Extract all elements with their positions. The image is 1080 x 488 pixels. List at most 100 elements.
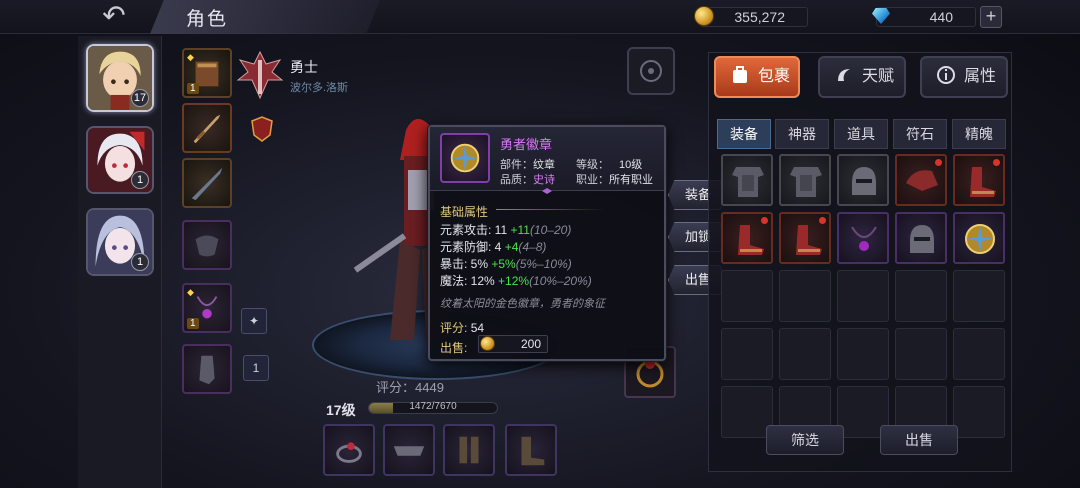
- hero-card-2[interactable]: 1: [86, 126, 154, 194]
- part-value: 纹章: [533, 159, 555, 171]
- inventory-item[interactable]: [721, 154, 773, 206]
- inventory-empty-slot[interactable]: [779, 328, 831, 380]
- part-row: 部件：纹章: [500, 156, 555, 172]
- inventory-empty-slot[interactable]: [837, 270, 889, 322]
- score-label: 评分:: [440, 321, 468, 335]
- stat-row: 魔法: 12% +12%(10%–20%): [440, 272, 592, 289]
- stat-bonus: +12%: [498, 274, 530, 288]
- inventory-empty-slot[interactable]: [953, 270, 1005, 322]
- equip-slot-gauntlet[interactable]: [182, 344, 232, 394]
- job-label: 职业：: [576, 174, 609, 186]
- back-button[interactable]: ↶: [92, 2, 136, 30]
- talent-icon: [838, 68, 850, 81]
- hero-list: 17 1 1: [78, 36, 162, 488]
- inventory-item[interactable]: [953, 212, 1005, 264]
- armor-icon: [732, 167, 764, 197]
- tab-label: 属性: [964, 68, 997, 85]
- inventory-empty-slot[interactable]: [895, 270, 947, 322]
- inventory-empty-slot[interactable]: [779, 270, 831, 322]
- tooltip-header: 勇者徽章 部件：纹章 等级： 10级 品质：史诗 职业：所有职业: [430, 127, 664, 191]
- boots-icon: [970, 167, 996, 197]
- quality-label: 品质：: [500, 174, 533, 186]
- hero-level-badge: 1: [131, 171, 149, 189]
- equip-slot-weapon[interactable]: [182, 103, 232, 153]
- equip-slot-boots[interactable]: [505, 424, 557, 476]
- character-level: 17级: [326, 402, 356, 418]
- new-indicator-icon: [993, 159, 1000, 166]
- new-indicator-icon: [819, 217, 826, 224]
- wing-icon: ✦: [248, 314, 260, 328]
- hero-card-1[interactable]: 17: [86, 44, 154, 112]
- inventory-item[interactable]: [837, 212, 889, 264]
- inventory-empty-slot[interactable]: [953, 328, 1005, 380]
- quality-value: 史诗: [533, 174, 555, 186]
- item-name: 勇者徽章: [500, 137, 553, 152]
- hero-level-badge: 17: [131, 89, 149, 107]
- sun-emblem-icon: [450, 143, 480, 173]
- inventory-empty-slot[interactable]: [953, 386, 1005, 438]
- equip-slot-book[interactable]: ◆ 1: [182, 48, 232, 98]
- subtab-items[interactable]: 道具: [834, 119, 888, 149]
- quality-row: 品质：史诗: [500, 171, 555, 187]
- subtab-souls[interactable]: 精魄: [952, 119, 1006, 149]
- hero-card-3[interactable]: 1: [86, 208, 154, 276]
- inventory-empty-slot[interactable]: [721, 328, 773, 380]
- inventory-item[interactable]: [953, 154, 1005, 206]
- equip-slot-belt[interactable]: [383, 424, 435, 476]
- stat-range: (10–20): [529, 223, 572, 237]
- subtab-equipment[interactable]: 装备: [717, 119, 771, 149]
- info-icon: [937, 65, 955, 84]
- gold-amount: 355,272: [734, 9, 785, 25]
- armor-icon: [790, 167, 822, 197]
- grade-row: 等级： 10级: [576, 156, 642, 172]
- equip-slot-greatsword[interactable]: [182, 158, 232, 208]
- crest-icon: [251, 116, 273, 142]
- accessory-box[interactable]: ✦: [241, 308, 267, 334]
- shoulder-icon: [906, 170, 938, 191]
- grade-label: 等级：: [576, 159, 609, 171]
- boots-icon: [521, 436, 545, 466]
- tab-bag[interactable]: 包裹: [714, 56, 800, 98]
- section-title: 基础属性: [440, 205, 489, 219]
- sell-all-button[interactable]: 出售: [880, 425, 958, 455]
- equip-slot-mask[interactable]: [182, 220, 232, 270]
- new-indicator-icon: [761, 217, 768, 224]
- add-gems-button[interactable]: +: [980, 6, 1002, 28]
- equip-slot-legs[interactable]: [443, 424, 495, 476]
- class-name: 勇士: [290, 59, 318, 75]
- inventory-item[interactable]: [837, 154, 889, 206]
- slot-count-box[interactable]: 1: [243, 355, 269, 381]
- inventory-empty-slot[interactable]: [837, 328, 889, 380]
- item-tooltip: 勇者徽章 部件：纹章 等级： 10级 品质：史诗 职业：所有职业 基础属性 元素攻…: [428, 125, 666, 361]
- boots-icon: [738, 225, 764, 255]
- emblem-icon: [965, 224, 995, 254]
- necklace-icon: [851, 226, 877, 251]
- gem-display: 440: [876, 7, 976, 27]
- subtab-artifact[interactable]: 神器: [775, 119, 829, 149]
- tab-talent[interactable]: 天赋: [818, 56, 906, 98]
- item-description: 纹着太阳的金色徽章，勇者的象征: [440, 298, 605, 310]
- stat-bonus: +4: [504, 240, 519, 254]
- inventory-empty-slot[interactable]: [895, 328, 947, 380]
- inventory-item[interactable]: [721, 212, 773, 264]
- inventory-item[interactable]: [779, 154, 831, 206]
- new-indicator-icon: [935, 159, 942, 166]
- equip-slot-necklace[interactable]: ◆ 1: [182, 283, 232, 333]
- stat-label: 元素攻击: 11: [440, 223, 508, 237]
- inventory-item[interactable]: [895, 154, 947, 206]
- inventory-item[interactable]: [779, 212, 831, 264]
- sell-label: 出售:: [440, 341, 468, 355]
- job-value: 所有职业: [609, 174, 653, 186]
- stat-range: (4–8): [518, 240, 547, 254]
- grade-value: 10级: [619, 159, 643, 171]
- settings-button[interactable]: [627, 47, 675, 95]
- equip-slot-ring[interactable]: [323, 424, 375, 476]
- subtab-runes[interactable]: 符石: [893, 119, 947, 149]
- filter-button[interactable]: 筛选: [766, 425, 844, 455]
- tab-attributes[interactable]: 属性: [920, 56, 1008, 98]
- part-label: 部件：: [500, 159, 533, 171]
- page-title: 角色: [186, 9, 229, 30]
- stat-bonus: +5%: [491, 257, 516, 271]
- inventory-empty-slot[interactable]: [721, 270, 773, 322]
- inventory-item[interactable]: [895, 212, 947, 264]
